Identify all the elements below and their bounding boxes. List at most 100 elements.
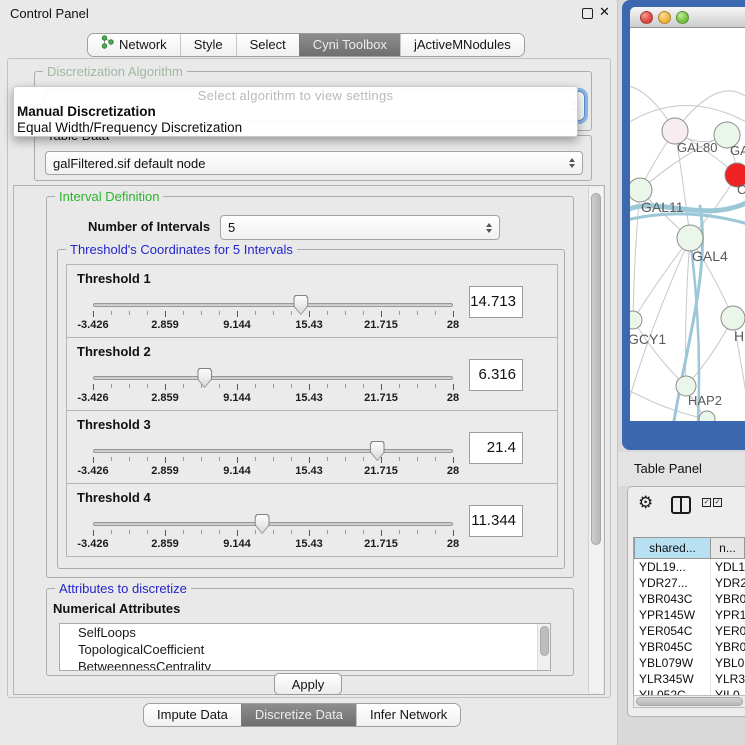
slider-thumb[interactable] <box>197 368 212 388</box>
tab-discretize-data[interactable]: Discretize Data <box>241 704 356 726</box>
network-canvas[interactable]: GAL80GACGAL11GAL4GCY1HHAP2 <box>630 28 745 421</box>
algorithm-option[interactable]: Manual Discretization <box>14 104 577 120</box>
zoom-window-icon[interactable] <box>676 11 689 24</box>
threshold-slider[interactable]: -3.4262.8599.14415.4321.71528 <box>93 295 453 337</box>
slider-thumb[interactable] <box>293 295 308 315</box>
table-cell[interactable]: YBR043C <box>634 591 711 607</box>
algorithm-option[interactable]: Equal Width/Frequency Discretization <box>14 120 577 136</box>
tick-mark <box>435 311 436 315</box>
tick-mark <box>147 530 148 534</box>
table-data-combo[interactable]: galFiltered.sif default node <box>45 151 583 175</box>
threshold-slider[interactable]: -3.4262.8599.14415.4321.71528 <box>93 368 453 410</box>
tick-mark <box>165 384 166 390</box>
table-cell[interactable]: YLR345W <box>634 671 711 687</box>
table-cell[interactable]: YDR2 <box>711 575 745 591</box>
minimize-window-icon[interactable] <box>658 11 671 24</box>
tab-select[interactable]: Select <box>236 34 299 56</box>
scrollbar-thumb[interactable] <box>636 697 743 706</box>
table-cell[interactable]: YBL0 <box>711 655 745 671</box>
table-cell[interactable]: YBR0 <box>711 591 745 607</box>
select-columns-icon[interactable]: ✓ ✓ <box>702 498 722 507</box>
table-row[interactable]: YLR345WYLR3 <box>634 671 745 687</box>
network-window-titlebar[interactable] <box>630 7 745 28</box>
threshold-value-field[interactable]: 14.713 <box>469 286 523 318</box>
threshold-value-field[interactable]: 6.316 <box>469 359 523 391</box>
node-gcy1[interactable] <box>630 311 642 329</box>
tick-label: 2.859 <box>151 319 179 331</box>
tick-mark <box>201 311 202 315</box>
network-edge <box>633 238 690 320</box>
threshold-slider[interactable]: -3.4262.8599.14415.4321.71528 <box>93 441 453 483</box>
tick-label: 2.859 <box>151 465 179 477</box>
table-cell[interactable]: YDL19... <box>634 559 711 575</box>
algorithm-placeholder-option[interactable]: Select algorithm to view settings <box>14 87 577 104</box>
tab-label: Discretize Data <box>255 704 343 726</box>
table-cell[interactable]: YLR3 <box>711 671 745 687</box>
table-cell[interactable]: YDR27... <box>634 575 711 591</box>
tick-label: -3.426 <box>77 319 108 331</box>
attributes-list-scrollbar[interactable] <box>537 624 550 670</box>
node-right-h[interactable] <box>721 306 745 330</box>
tick-mark <box>273 311 274 315</box>
scrollbar-thumb[interactable] <box>591 193 601 545</box>
tab-label: jActiveMNodules <box>414 34 511 56</box>
tick-mark <box>417 311 418 315</box>
settings-vertical-scrollbar[interactable] <box>588 187 603 693</box>
slider-thumb[interactable] <box>370 441 385 461</box>
tab-label: Infer Network <box>370 704 447 726</box>
column-header[interactable]: shared... <box>634 537 711 559</box>
tick-mark <box>237 384 238 390</box>
tab-cyni-toolbox[interactable]: Cyni Toolbox <box>299 34 400 56</box>
attribute-list-item[interactable]: SelfLoops <box>60 624 550 641</box>
table-row[interactable]: YBL079WYBL0 <box>634 655 745 671</box>
attribute-list-item[interactable]: TopologicalCoefficient <box>60 641 550 658</box>
column-layout-icon[interactable] <box>671 496 691 514</box>
node-label: GAL4 <box>692 248 728 264</box>
tab-style[interactable]: Style <box>180 34 236 56</box>
threshold-value-field[interactable]: 21.4 <box>469 432 523 464</box>
interval-definition-label: Interval Definition <box>55 189 163 204</box>
threshold-value-field[interactable]: 11.344 <box>469 505 523 537</box>
combo-stepper-icon <box>486 223 492 233</box>
tick-mark <box>327 311 328 315</box>
table-cell[interactable]: YBR045C <box>634 639 711 655</box>
number-of-intervals-combo[interactable]: 5 <box>220 215 500 240</box>
float-panel-icon[interactable] <box>582 8 593 19</box>
tab-impute-data[interactable]: Impute Data <box>144 704 241 726</box>
tick-mark <box>435 384 436 388</box>
column-header[interactable]: n... <box>711 537 745 559</box>
tick-mark <box>165 530 166 536</box>
tick-mark <box>255 457 256 461</box>
table-horizontal-scrollbar[interactable] <box>633 695 745 708</box>
tick-mark <box>273 457 274 461</box>
attribute-list-item[interactable]: BetweennessCentrality <box>60 658 550 671</box>
tick-label: 9.144 <box>223 392 251 404</box>
close-panel-icon[interactable]: ✕ <box>599 4 610 20</box>
table-cell[interactable]: YDL1 <box>711 559 745 575</box>
table-row[interactable]: YPR145WYPR1 <box>634 607 745 623</box>
table-cell[interactable]: YER054C <box>634 623 711 639</box>
table-cell[interactable]: YPR145W <box>634 607 711 623</box>
apply-button[interactable]: Apply <box>274 673 342 695</box>
table-cell[interactable]: YPR1 <box>711 607 745 623</box>
tick-mark <box>183 311 184 315</box>
tick-mark <box>93 384 94 390</box>
table-row[interactable]: YBR045CYBR0 <box>634 639 745 655</box>
table-cell[interactable]: YBL079W <box>634 655 711 671</box>
tab-jactivemnodules[interactable]: jActiveMNodules <box>400 34 524 56</box>
table-cell[interactable]: YBR0 <box>711 639 745 655</box>
table-row[interactable]: YER054CYER0 <box>634 623 745 639</box>
threshold-slider[interactable]: -3.4262.8599.14415.4321.71528 <box>93 514 453 556</box>
table-row[interactable]: YDR27...YDR2 <box>634 575 745 591</box>
table-cell[interactable]: YER0 <box>711 623 745 639</box>
tick-label: 28 <box>447 319 459 331</box>
gear-icon[interactable]: ⚙ <box>638 493 653 513</box>
slider-thumb[interactable] <box>255 514 270 534</box>
table-row[interactable]: YBR043CYBR0 <box>634 591 745 607</box>
tab-network[interactable]: Network <box>88 34 180 56</box>
scrollbar-thumb[interactable] <box>540 626 549 656</box>
tab-infer-network[interactable]: Infer Network <box>356 704 460 726</box>
table-row[interactable]: YDL19...YDL1 <box>634 559 745 575</box>
node-table: shared...n...YDL19...YDL1YDR27...YDR2YBR… <box>633 537 745 707</box>
close-window-icon[interactable] <box>640 11 653 24</box>
